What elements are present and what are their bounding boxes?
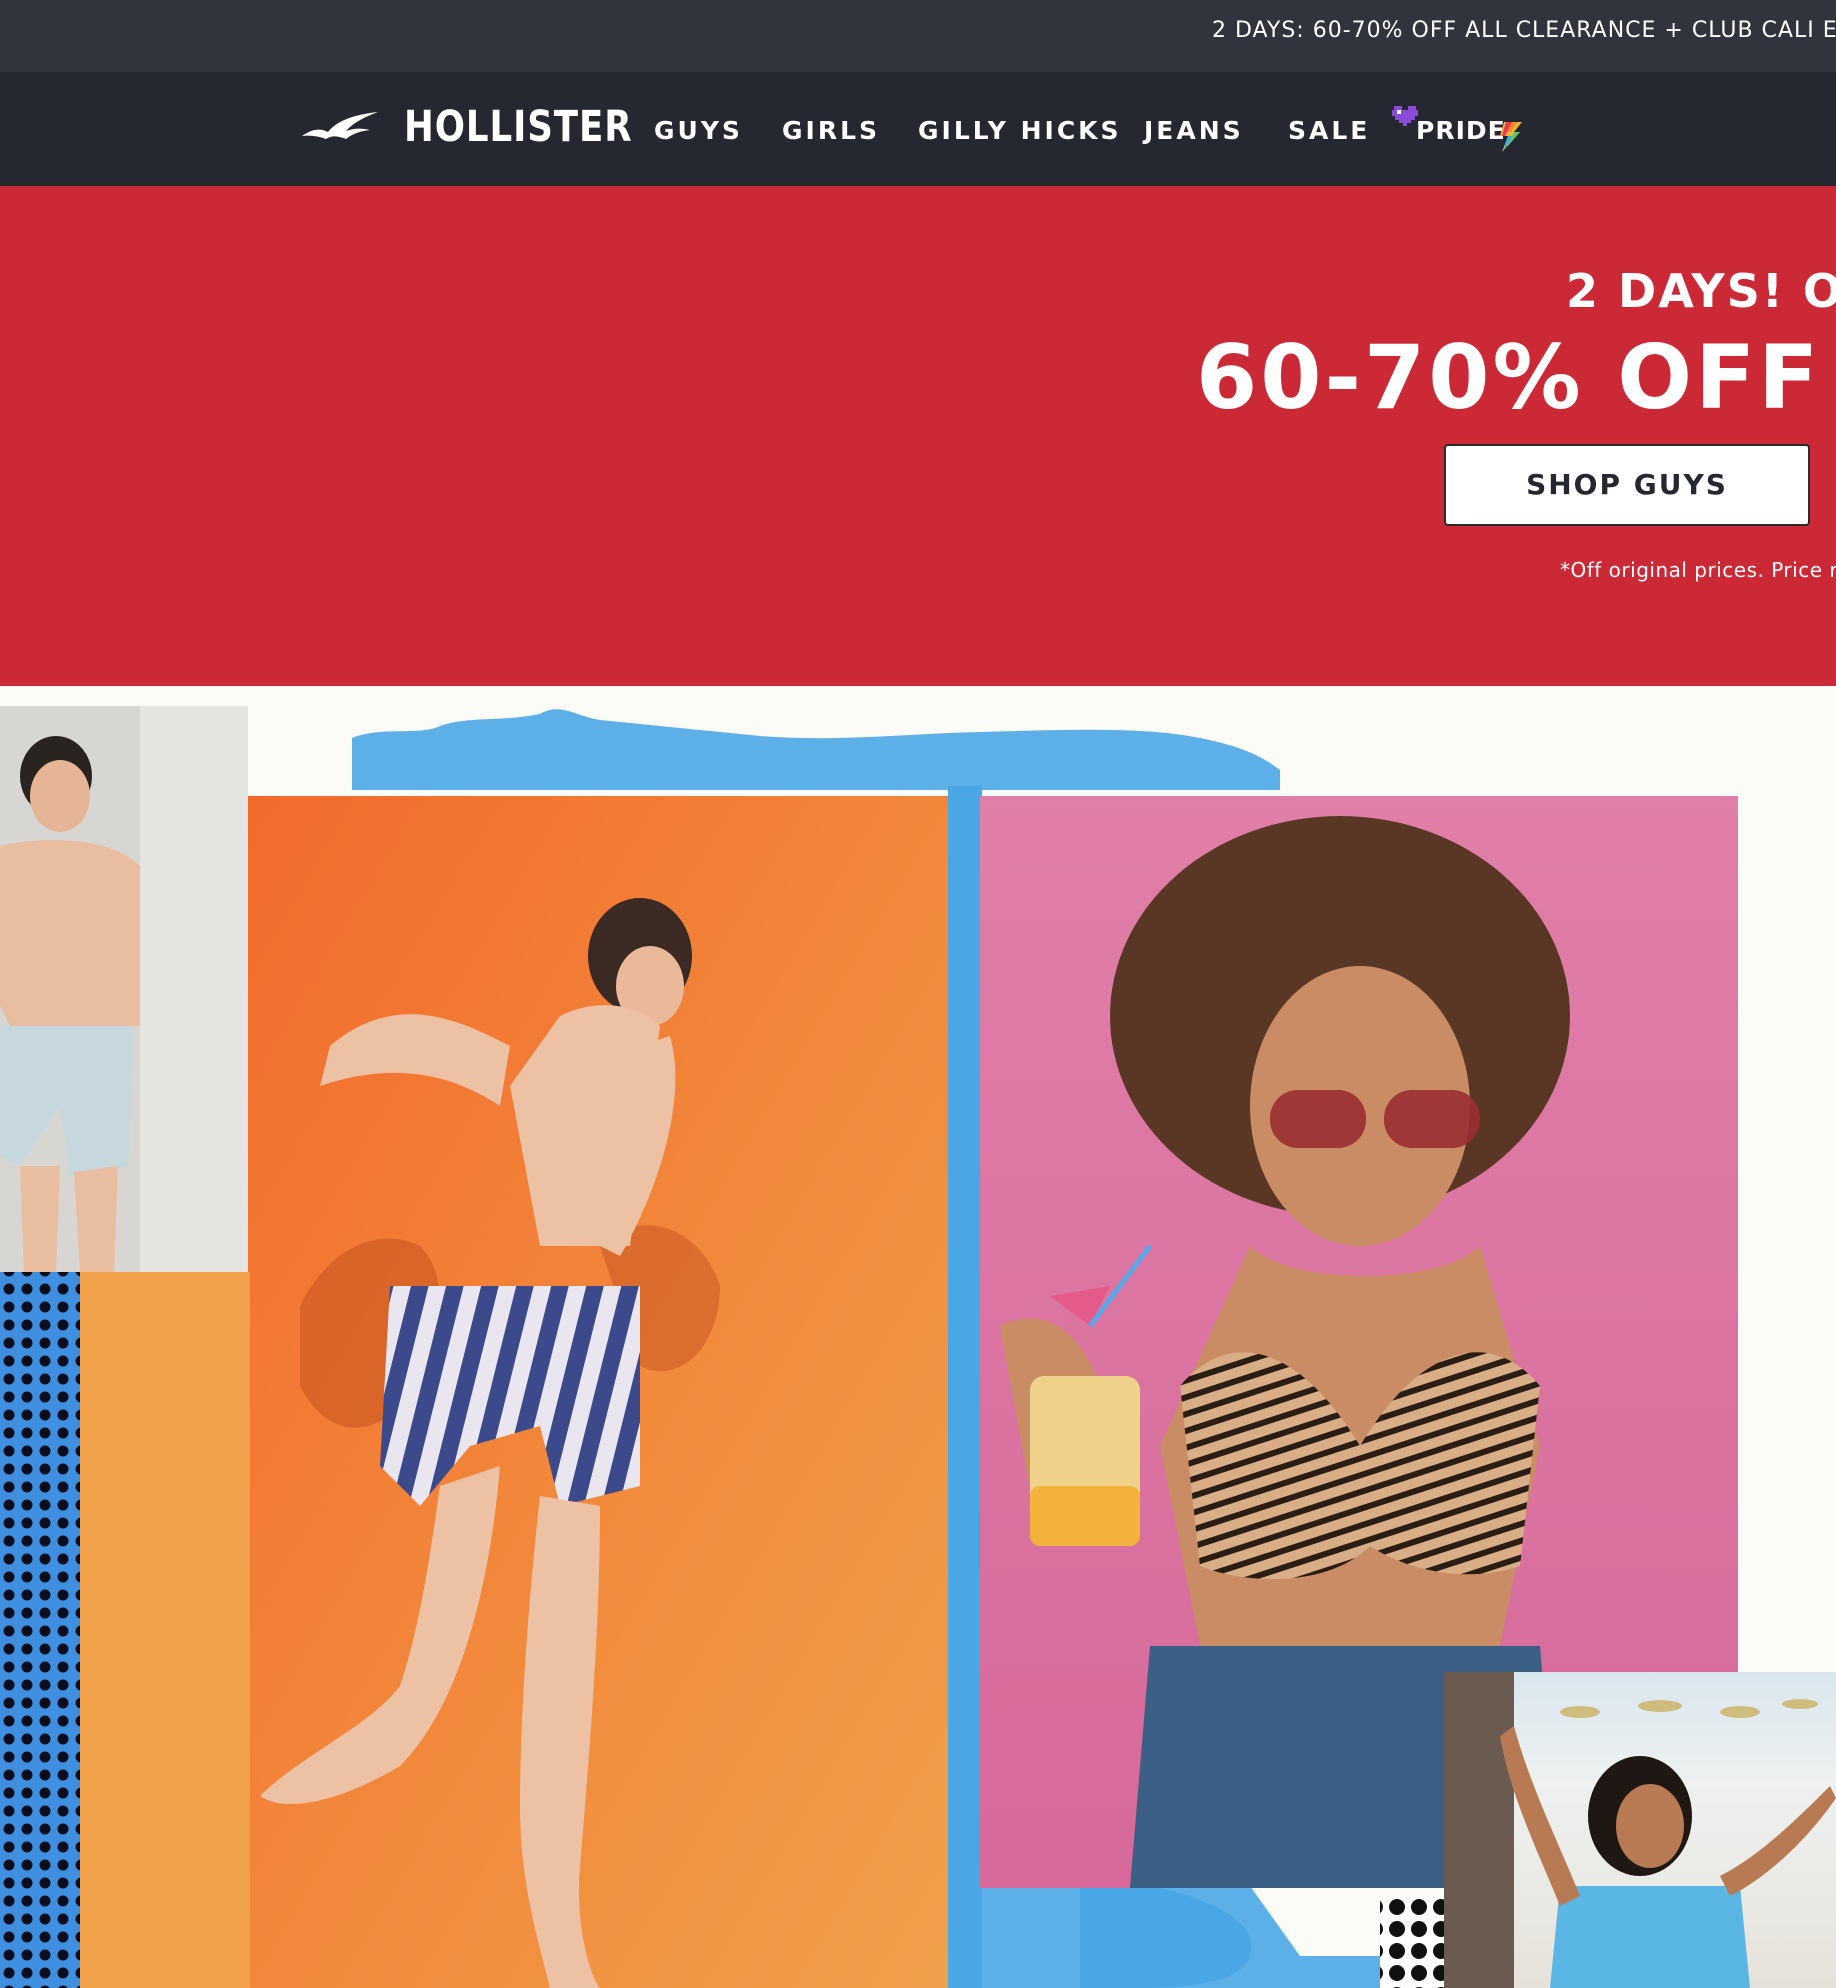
seagull-logo-icon[interactable]	[300, 109, 380, 145]
nav-item-girls[interactable]: GIRLS	[782, 116, 880, 145]
promo-bar[interactable]: 2 DAYS: 60-70% OFF ALL CLEARANCE + CLUB …	[0, 0, 1836, 72]
hero-banner: 2 DAYS! ON 60-70% OFF AL SHOP GUYS *Off …	[0, 186, 1836, 686]
main-nav: HOLLISTER GUYS GIRLS GILLY HICKS JEANS S…	[0, 72, 1836, 186]
hero-disclaimer: *Off original prices. Price re	[1560, 558, 1836, 582]
photo-collage[interactable]	[0, 686, 1836, 1988]
collage-artwork	[0, 706, 1836, 1988]
hero-eyebrow: 2 DAYS! ON	[1566, 264, 1836, 318]
pixel-heart-icon	[1392, 106, 1418, 126]
nav-item-jeans[interactable]: JEANS	[1144, 116, 1244, 145]
hero-headline: 60-70% OFF AL	[1196, 326, 1836, 429]
pride-label: PRIDE	[1416, 116, 1506, 145]
rainbow-lightning-icon	[1500, 122, 1522, 152]
brand-logo-text[interactable]: HOLLISTER	[404, 102, 633, 152]
nav-item-sale[interactable]: SALE	[1288, 116, 1370, 145]
promo-bar-text[interactable]: 2 DAYS: 60-70% OFF ALL CLEARANCE + CLUB …	[1212, 18, 1836, 43]
nav-item-gilly-hicks[interactable]: GILLY HICKS	[918, 116, 1122, 145]
shop-guys-button[interactable]: SHOP GUYS	[1444, 444, 1810, 526]
nav-item-guys[interactable]: GUYS	[654, 116, 743, 145]
